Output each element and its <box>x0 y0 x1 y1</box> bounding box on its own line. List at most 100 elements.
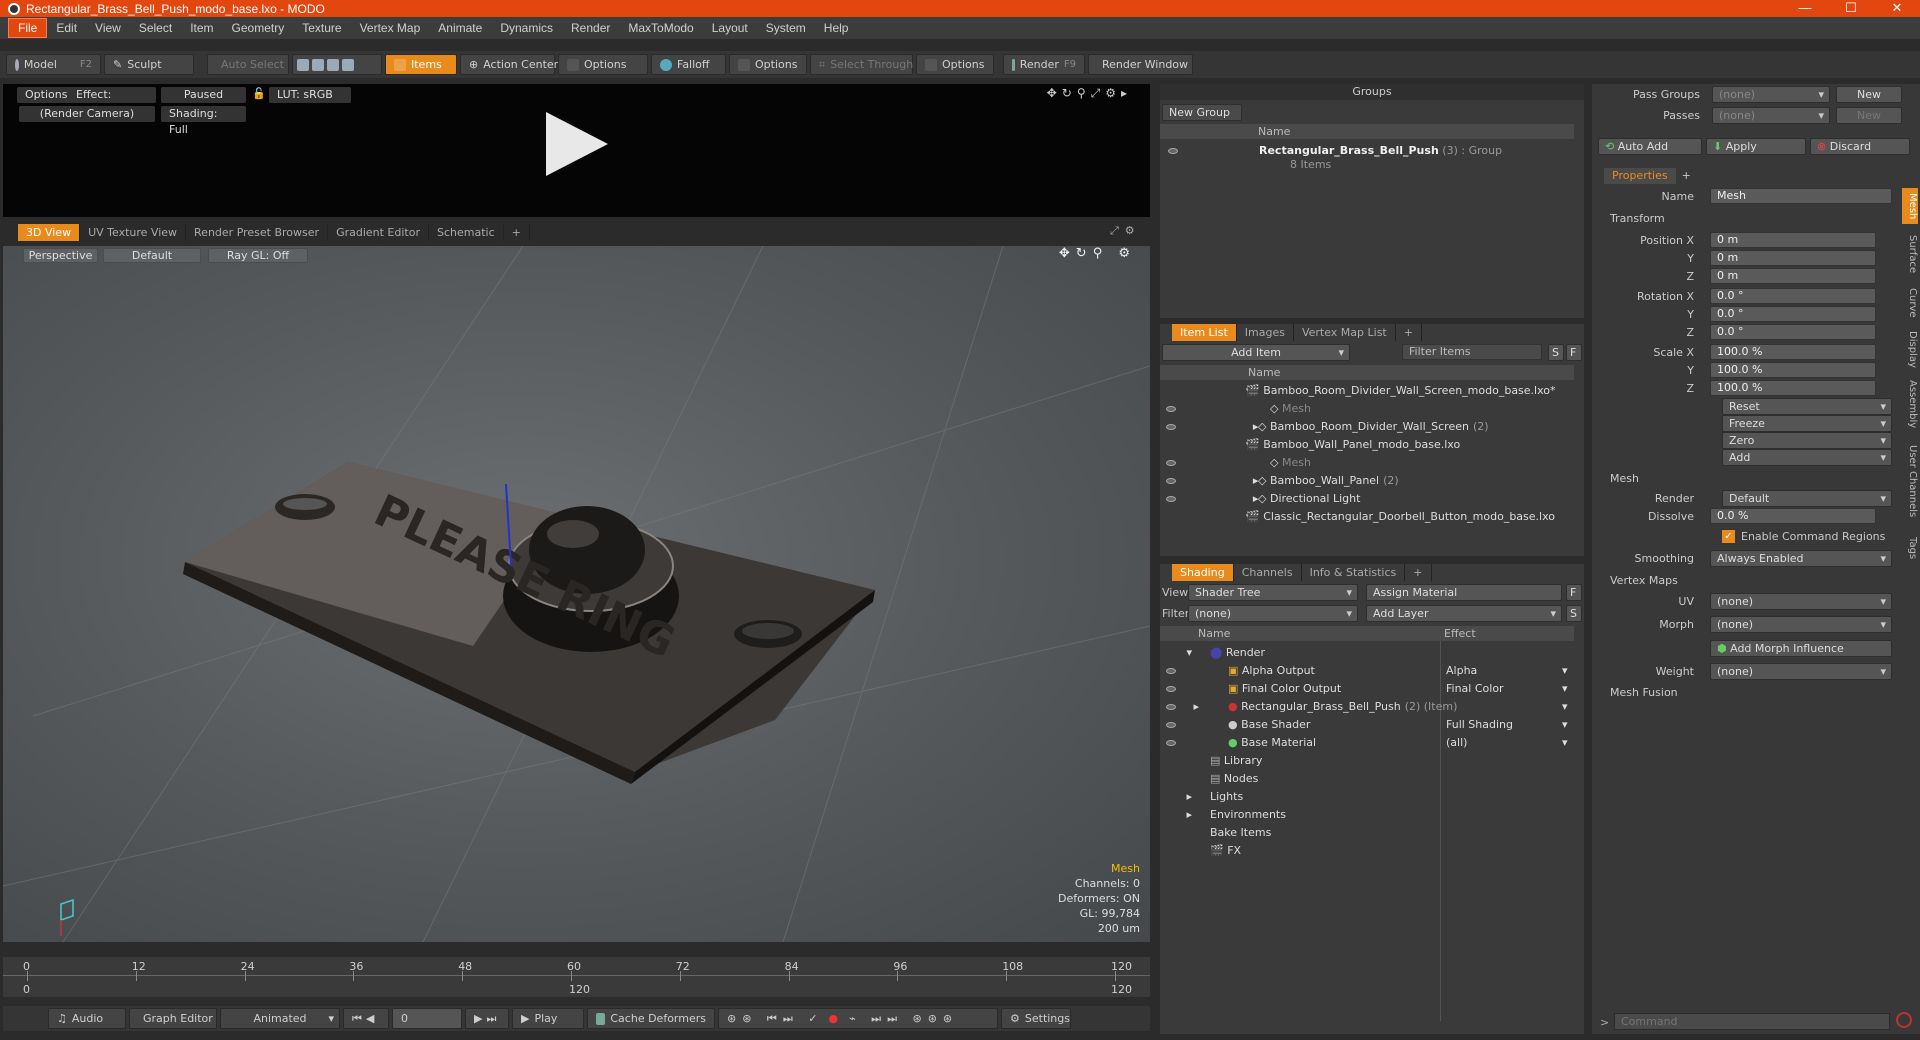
tab-add[interactable]: + <box>1405 564 1432 581</box>
render-window-button[interactable]: Render Window <box>1088 54 1193 75</box>
shader-tree-row[interactable]: ▸ ● Rectangular_Brass_Bell_Push (2) (Item)… <box>1166 698 1576 716</box>
side-tab-mesh[interactable]: Mesh <box>1902 188 1918 224</box>
morph-dropdown[interactable]: (none) <box>1710 616 1892 633</box>
freeze-dropdown[interactable]: Freeze <box>1722 415 1892 432</box>
shader-tree-row[interactable]: ▣ Final Color Output Final Color ▾ <box>1166 680 1576 698</box>
audio-button[interactable]: ♫ Audio <box>48 1008 126 1029</box>
select-options-button[interactable]: Options <box>916 54 994 75</box>
apply-button[interactable]: ⬇ Apply <box>1706 138 1806 155</box>
new-pass-button[interactable]: New <box>1836 107 1902 124</box>
close-button[interactable]: ✕ <box>1874 0 1920 17</box>
menu-file[interactable]: File <box>8 18 48 38</box>
polygon-mode-icon[interactable] <box>327 58 339 71</box>
smoothing-dropdown[interactable]: Always Enabled <box>1710 550 1892 567</box>
select-through-button[interactable]: ⌗ Select Through <box>810 54 913 75</box>
render-button[interactable]: Render F9 <box>1003 54 1085 75</box>
menu-vertex-map[interactable]: Vertex Map <box>351 19 430 37</box>
eye-icon[interactable] <box>1166 722 1176 728</box>
uv-dropdown[interactable]: (none) <box>1710 593 1892 610</box>
mesh-section[interactable]: Mesh <box>1610 472 1639 485</box>
item-list-row[interactable]: ◇ Mesh <box>1166 400 1311 418</box>
add-tab-button[interactable]: + <box>1676 168 1697 184</box>
timeline[interactable]: 0 12 24 36 48 60 72 84 96 108 120 0 120 120 <box>3 957 1150 997</box>
effect-dropdown[interactable]: Final Color <box>1446 680 1504 698</box>
chevron-down-icon[interactable]: ▾ <box>1562 716 1568 734</box>
falloff-button[interactable]: Falloff <box>651 54 726 75</box>
eye-icon[interactable] <box>1166 424 1176 430</box>
menu-help[interactable]: Help <box>815 19 858 37</box>
tab-uv-texture-view[interactable]: UV Texture View <box>80 224 187 241</box>
preview-paused-button[interactable]: Paused <box>161 87 246 103</box>
filter-f-button[interactable]: F <box>1566 344 1582 361</box>
transform-section[interactable]: Transform <box>1610 212 1665 225</box>
effect-dropdown[interactable]: Full Shading <box>1446 716 1513 734</box>
tab-gradient-editor[interactable]: Gradient Editor <box>328 224 429 241</box>
falloff-options-button[interactable]: Options <box>729 54 807 75</box>
weight-dropdown[interactable]: (none) <box>1710 663 1892 680</box>
frame-input[interactable]: 0 <box>392 1008 462 1029</box>
eye-icon[interactable] <box>1166 686 1176 692</box>
eye-icon[interactable] <box>1168 148 1178 154</box>
side-tab-surface[interactable]: Surface <box>1902 228 1918 280</box>
lut-dropdown[interactable]: LUT: sRGB <box>269 87 351 103</box>
selection-mode-buttons[interactable] <box>292 54 382 75</box>
scale-z-field[interactable]: 100.0 % <box>1710 380 1876 396</box>
side-tab-tags[interactable]: Tags <box>1902 530 1918 566</box>
zero-dropdown[interactable]: Zero <box>1722 432 1892 449</box>
shader-tree-row[interactable]: ▸ Lights <box>1166 788 1576 806</box>
scale-x-field[interactable]: 100.0 % <box>1710 344 1876 360</box>
group-row[interactable]: Rectangular_Brass_Bell_Push (3) : Group <box>1168 142 1502 160</box>
discard-button[interactable]: ⊗ Discard <box>1810 138 1910 155</box>
tab-info-statistics[interactable]: Info & Statistics <box>1302 564 1406 581</box>
shader-tree-row[interactable]: ▤ Nodes <box>1166 770 1576 788</box>
menu-animate[interactable]: Animate <box>429 19 491 37</box>
scale-y-field[interactable]: 100.0 % <box>1710 362 1876 378</box>
chevron-down-icon[interactable]: ▾ <box>1562 698 1568 716</box>
tab-properties[interactable]: Properties <box>1604 168 1676 184</box>
material-mode-icon[interactable] <box>342 58 354 71</box>
shader-tree-row[interactable]: ● Base Material (all) ▾ <box>1166 734 1576 752</box>
graph-editor-button[interactable]: Graph Editor <box>129 1008 217 1029</box>
3d-viewport[interactable]: Perspective Default Ray GL: Off ✥↻⚲ ⚙ PL… <box>3 246 1150 942</box>
item-list-row[interactable]: ▾🎬 Classic_Rectangular_Doorbell_Button_m… <box>1166 508 1555 526</box>
shader-tree-row[interactable]: Bake Items <box>1166 824 1576 842</box>
item-list-row[interactable]: ▾🎬 Bamboo_Room_Divider_Wall_Screen_modo_… <box>1166 382 1556 400</box>
mesh-fusion-section[interactable]: Mesh Fusion <box>1610 686 1678 699</box>
skip-back-buttons[interactable]: ⏮◀ <box>343 1008 389 1029</box>
add-layer-dropdown[interactable]: Add Layer <box>1366 605 1562 622</box>
preview-options-button[interactable]: Options <box>17 87 76 103</box>
passes-dropdown[interactable]: (none) <box>1712 107 1830 124</box>
rotation-y-field[interactable]: 0.0 ° <box>1710 306 1876 322</box>
reset-dropdown[interactable]: Reset <box>1722 398 1892 415</box>
menu-layout[interactable]: Layout <box>703 19 757 37</box>
item-list-row[interactable]: ▸◇ Directional Light <box>1166 490 1360 508</box>
effect-dropdown[interactable]: Alpha <box>1446 662 1477 680</box>
minimize-button[interactable]: — <box>1782 0 1828 17</box>
tab-channels[interactable]: Channels <box>1234 564 1302 581</box>
tab-add[interactable]: + <box>1396 324 1422 341</box>
shader-tree-row[interactable]: ▣ Alpha Output Alpha ▾ <box>1166 662 1576 680</box>
preview-nav-icons[interactable]: ✥↻⚲⤢⚙▸ <box>1047 86 1132 101</box>
side-tab-user-channels[interactable]: User Channels <box>1902 436 1918 526</box>
chevron-down-icon[interactable]: ▾ <box>1562 734 1568 752</box>
lock-icon[interactable]: 🔓 <box>252 87 266 100</box>
chevron-down-icon[interactable]: ▾ <box>1562 662 1568 680</box>
effect-dropdown[interactable]: (all) <box>1446 734 1467 752</box>
vertex-mode-icon[interactable] <box>297 58 309 71</box>
tab-schematic[interactable]: Schematic <box>429 224 504 241</box>
eye-icon[interactable] <box>1166 740 1176 746</box>
action-center-options-button[interactable]: Options <box>558 54 648 75</box>
auto-add-button[interactable]: ⟲ Auto Add <box>1598 138 1702 155</box>
tab-[interactable]: + <box>504 224 530 241</box>
eye-icon[interactable] <box>1166 496 1176 502</box>
assign-material-button[interactable]: Assign Material <box>1366 584 1562 601</box>
item-list-row[interactable]: ▸◇ Bamboo_Wall_Panel (2) <box>1166 472 1399 490</box>
tab-render-preset-browser[interactable]: Render Preset Browser <box>186 224 329 241</box>
eye-icon[interactable] <box>1166 406 1176 412</box>
filter-s-button[interactable]: S <box>1548 344 1564 361</box>
menu-dynamics[interactable]: Dynamics <box>491 19 562 37</box>
side-tab-assembly[interactable]: Assembly <box>1902 376 1918 432</box>
shading-s-button[interactable]: S <box>1566 605 1582 622</box>
shading-dropdown[interactable]: Shading: Full <box>161 106 246 136</box>
checkbox-checked-icon[interactable]: ✓ <box>1722 530 1735 543</box>
